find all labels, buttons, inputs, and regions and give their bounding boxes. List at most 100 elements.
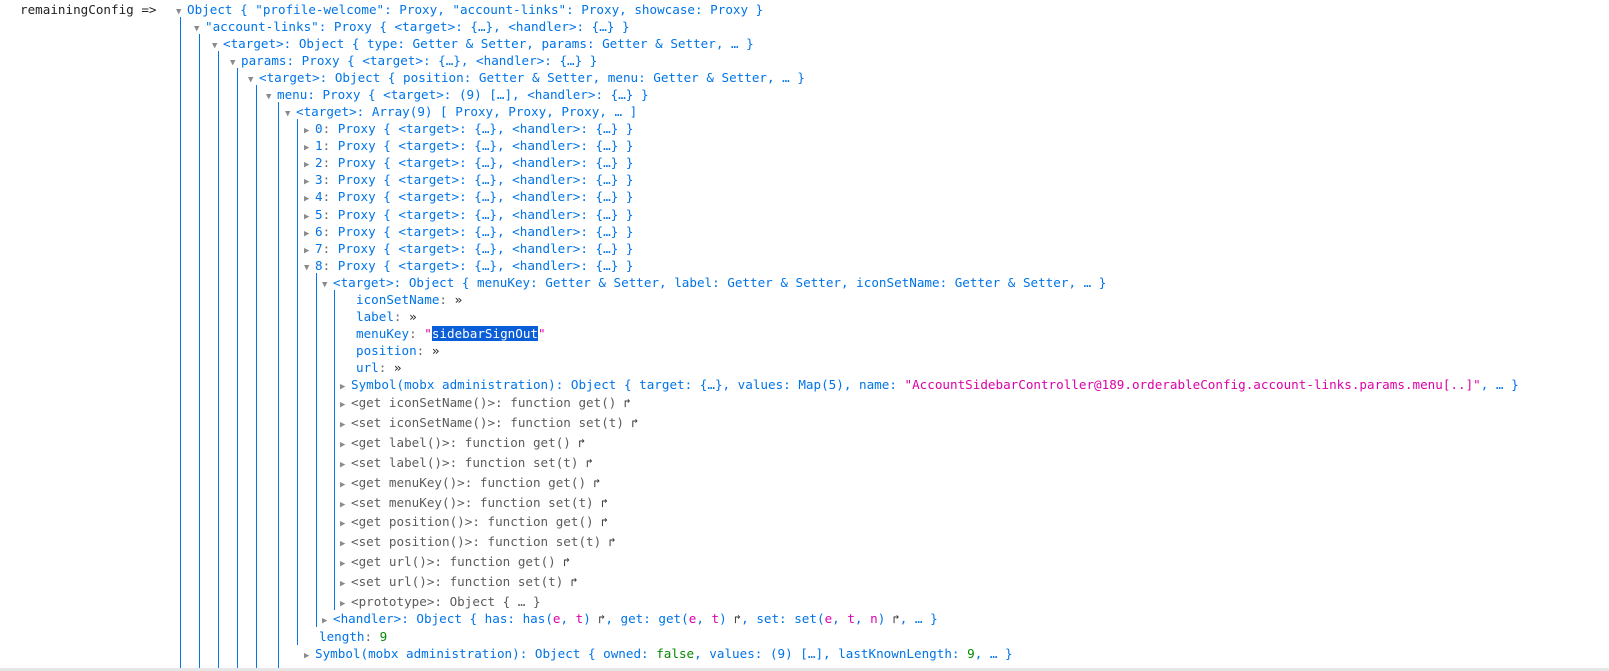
jump-to-definition-icon[interactable]: ↱ <box>556 555 570 569</box>
accessor-row[interactable]: ▶ <get url()>: function get() ↱ <box>340 553 570 570</box>
accessor-row[interactable]: ▶ <get position()>: function get() ↱ <box>340 513 608 530</box>
expand-arrow-icon[interactable]: ▶ <box>340 516 351 533</box>
jump-to-definition-icon[interactable]: ↱ <box>624 416 638 430</box>
array-item-row[interactable]: ▶ 6: Proxy { <target>: {…}, <handler>: {…… <box>304 223 633 240</box>
tree-node-row[interactable]: ▼ <target>: Object { position: Getter & S… <box>248 69 805 86</box>
jump-to-definition-icon[interactable]: ↱ <box>563 575 578 589</box>
collapse-arrow-icon[interactable]: ▼ <box>285 106 296 123</box>
tree-node-row[interactable]: ▼ <target>: Array(9) [ Proxy, Proxy, Prox… <box>285 103 637 120</box>
property-row[interactable]: position: » <box>356 342 439 359</box>
symbol-mobx-array-row[interactable]: ▶ Symbol(mobx administration): Object { o… <box>304 645 1013 662</box>
item-preview: Proxy { <target>: {…}, <handler>: {…} } <box>337 240 634 256</box>
expand-arrow-icon[interactable]: ▶ <box>340 556 351 573</box>
accessor-row[interactable]: ▶ <set menuKey()>: function set(t) ↱ <box>340 494 608 511</box>
accessor-row[interactable]: ▶ <set label()>: function set(t) ↱ <box>340 454 593 471</box>
indent-guide-line <box>218 51 219 671</box>
property-key: position <box>356 343 417 358</box>
accessor-row[interactable]: ▶ <get label()>: function get() ↱ <box>340 434 585 451</box>
invoke-getter-icon[interactable]: » <box>409 309 417 324</box>
expand-arrow-icon[interactable]: ▶ <box>340 576 351 593</box>
jump-to-definition-icon[interactable]: ↱ <box>594 515 608 529</box>
handler-row[interactable]: ▶ <handler>: Object { has: has(e, t) ↱, g… <box>322 610 938 627</box>
handler-arg: e <box>552 611 561 626</box>
indent-guide-line <box>199 34 200 671</box>
invoke-getter-icon[interactable]: » <box>455 292 463 307</box>
array-item-row[interactable]: ▶ 2: Proxy { <target>: {…}, <handler>: {…… <box>304 154 633 171</box>
accessor-function: function get() <box>449 554 556 570</box>
accessor-row[interactable]: ▶ <get iconSetName()>: function get() ↱ <box>340 394 631 411</box>
collapse-arrow-icon[interactable]: ▼ <box>230 55 241 72</box>
array-item-row[interactable]: ▶ 3: Proxy { <target>: {…}, <handler>: {…… <box>304 171 633 188</box>
symbol-middle: , values: (9) […], lastKnownLength: <box>694 646 968 661</box>
invoke-getter-icon[interactable]: » <box>432 343 440 358</box>
invoke-getter-icon[interactable]: » <box>394 360 402 375</box>
collapse-arrow-icon[interactable]: ▼ <box>304 260 315 277</box>
node-preview: Object { "profile-welcome": Proxy, "acco… <box>187 2 764 17</box>
colon: : <box>322 189 338 205</box>
item-target-row[interactable]: ▼ <target>: Object { menuKey: Getter & Se… <box>322 274 1106 291</box>
collapse-arrow-icon[interactable]: ▼ <box>248 72 259 89</box>
handler-suffix: … } <box>914 611 938 626</box>
jump-to-definition-icon[interactable]: ↱ <box>578 456 593 470</box>
expand-arrow-icon[interactable]: ▶ <box>340 397 351 414</box>
accessor-label: <set url()>: <box>351 574 450 590</box>
property-value-selected[interactable]: sidebarSignOut <box>431 326 538 341</box>
collapse-arrow-icon[interactable]: ▼ <box>176 4 187 21</box>
indent-guide-line <box>297 119 298 645</box>
symbol-mobx-row[interactable]: ▶ Symbol(mobx administration): Object { t… <box>340 376 1519 393</box>
property-row[interactable]: url: » <box>356 359 402 376</box>
array-item-row[interactable]: ▶ 1: Proxy { <target>: {…}, <handler>: {…… <box>304 137 633 154</box>
accessor-row[interactable]: ▶ <get menuKey()>: function get() ↱ <box>340 474 601 491</box>
tree-node-row[interactable]: ▼ <target>: Object { type: Getter & Sette… <box>212 35 754 52</box>
jump-to-definition-icon[interactable]: ↱ <box>601 535 615 549</box>
colon: : <box>364 629 380 644</box>
accessor-row[interactable]: ▶ <set url()>: function set(t) ↱ <box>340 573 578 590</box>
expand-arrow-icon[interactable]: ▶ <box>340 457 351 474</box>
collapse-arrow-icon[interactable]: ▼ <box>322 277 333 294</box>
symbol-name-value: "AccountSidebarController@189.orderableC… <box>904 377 1481 392</box>
jump-to-definition-icon[interactable]: ↱ <box>591 612 605 626</box>
expand-arrow-icon[interactable]: ▶ <box>340 536 351 553</box>
expand-arrow-icon[interactable]: ▶ <box>340 417 351 434</box>
accessor-row[interactable]: ▶ <set iconSetName()>: function set(t) ↱ <box>340 414 638 431</box>
accessor-function: function set(t) <box>510 414 624 430</box>
expand-arrow-icon[interactable]: ▶ <box>340 477 351 494</box>
prototype-row[interactable]: ▶ <prototype>: Object { … } <box>340 593 541 610</box>
expand-arrow-icon[interactable]: ▶ <box>340 497 351 514</box>
accessor-function: function set(t) <box>487 534 602 550</box>
colon: : <box>439 292 455 307</box>
jump-to-definition-icon[interactable]: ↱ <box>571 436 585 450</box>
jump-to-definition-icon[interactable]: ↱ <box>616 396 631 410</box>
comma: , <box>741 611 757 626</box>
tree-node-row[interactable]: ▼ menu: Proxy { <target>: (9) […], <handl… <box>266 86 649 103</box>
array-item-row[interactable]: ▶ 0: Proxy { <target>: {…}, <handler>: {…… <box>304 120 633 137</box>
item-index: 8 <box>315 257 323 273</box>
jump-to-definition-icon[interactable]: ↱ <box>586 476 600 490</box>
colon: : <box>378 360 394 375</box>
collapse-arrow-icon[interactable]: ▼ <box>266 89 277 106</box>
property-row[interactable]: iconSetName: » <box>356 291 462 308</box>
colon: : <box>322 240 338 256</box>
expand-arrow-icon[interactable]: ▶ <box>304 648 315 665</box>
tree-node-row[interactable]: ▼ params: Proxy { <target>: {…}, <handler… <box>230 52 597 69</box>
tree-node-row[interactable]: ▼ Object { "profile-welcome": Proxy, "acc… <box>176 1 763 18</box>
jump-to-definition-icon[interactable]: ↱ <box>885 612 900 626</box>
array-item-row[interactable]: ▶ 5: Proxy { <target>: {…}, <handler>: {…… <box>304 206 633 223</box>
handler-prefix: <handler>: Object { <box>333 611 485 626</box>
colon: : <box>322 223 338 239</box>
node-preview: menu: Proxy { <target>: (9) […], <handle… <box>277 87 649 102</box>
accessor-row[interactable]: ▶ <set position()>: function set(t) ↱ <box>340 533 616 550</box>
item-index: 4 <box>315 189 323 205</box>
comma: , <box>832 611 848 626</box>
expand-arrow-icon[interactable]: ▶ <box>340 437 351 454</box>
jump-to-definition-icon[interactable]: ↱ <box>727 612 741 626</box>
jump-to-definition-icon[interactable]: ↱ <box>594 496 608 510</box>
accessor-function: function set(t) <box>464 454 579 470</box>
array-item-row[interactable]: ▶ 4: Proxy { <target>: {…}, <handler>: {…… <box>304 188 633 205</box>
array-item-row[interactable]: ▼ 8: Proxy { <target>: {…}, <handler>: {…… <box>304 257 633 274</box>
property-row[interactable]: label: » <box>356 308 417 325</box>
tree-node-row[interactable]: ▼ "account-links": Proxy { <target>: {…},… <box>194 18 630 35</box>
accessor-function: function get() <box>510 395 617 410</box>
array-item-row[interactable]: ▶ 7: Proxy { <target>: {…}, <handler>: {…… <box>304 240 633 257</box>
quote: " <box>424 326 432 341</box>
